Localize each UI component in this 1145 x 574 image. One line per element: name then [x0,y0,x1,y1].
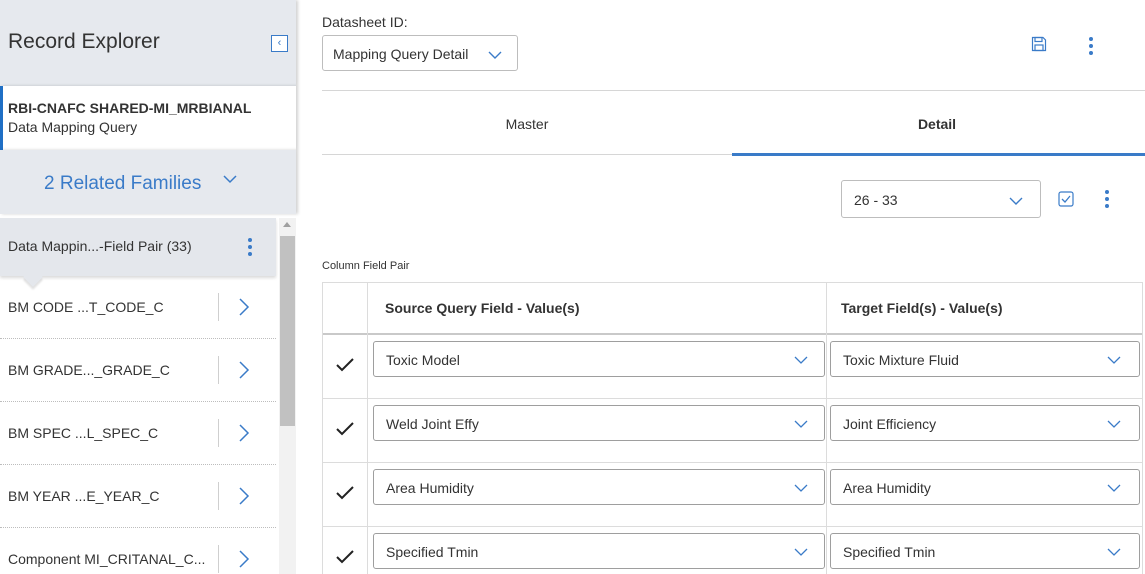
record-id: RBI-CNAFC SHARED-MI_MRBIANAL [8,100,252,116]
source-field-select[interactable]: Specified Tmin [373,533,825,569]
section-label: Column Field Pair [322,260,410,272]
datasheet-tabs: Master Detail [322,91,1145,156]
current-record-card[interactable]: RBI-CNAFC SHARED-MI_MRBIANAL Data Mappin… [0,86,296,150]
record-explorer-panel: Record Explorer ‹ RBI-CNAFC SHARED-MI_MR… [0,0,296,574]
source-field-select[interactable]: Weld Joint Effy [373,405,825,441]
chevron-right-icon[interactable] [238,486,250,506]
record-explorer-title: Record Explorer [8,30,160,53]
record-family-type: Data Mapping Query [8,119,138,135]
chevron-right-icon[interactable] [238,549,250,569]
family-item-label: Data Mappin...-Field Pair (33) [8,238,192,254]
target-field-value: Toxic Mixture Fluid [843,352,959,368]
chevron-down-icon [794,420,808,428]
datasheet-panel: Datasheet ID: Mapping Query Detail Maste… [296,0,1145,574]
chevron-down-icon [1107,484,1121,492]
field-pair-grid: Source Query Field - Value(s) Target Fie… [322,282,1143,574]
kebab-icon[interactable] [243,236,257,258]
checkmark-icon [336,422,354,436]
kebab-icon[interactable] [1102,189,1112,209]
source-field-value: Specified Tmin [386,544,479,560]
table-row: Weld Joint Effy Joint Efficiency [323,399,1142,463]
chevron-right-icon[interactable] [238,297,250,317]
checkmark-icon [336,358,354,372]
column-header-target: Target Field(s) - Value(s) [841,300,1003,316]
divider [218,293,219,321]
divider [218,482,219,510]
divider [218,545,219,573]
target-field-value: Joint Efficiency [843,416,937,432]
chevron-down-icon [1009,197,1023,205]
chevron-down-icon [794,484,808,492]
target-field-select[interactable]: Joint Efficiency [830,405,1140,441]
chevron-down-icon [1107,356,1121,364]
checkmark-icon [336,550,354,564]
family-item[interactable]: BM SPEC ...L_SPEC_C [0,403,276,465]
chevron-down-icon [1107,548,1121,556]
chevron-down-icon [794,356,808,364]
table-row: Area Humidity Area Humidity [323,463,1142,527]
source-field-value: Toxic Model [386,352,460,368]
tab-master[interactable]: Master [322,91,732,155]
family-item[interactable]: BM YEAR ...E_YEAR_C [0,466,276,528]
table-row: Specified Tmin Specified Tmin [323,527,1142,574]
scroll-up-arrow[interactable] [283,222,291,227]
source-field-select[interactable]: Area Humidity [373,469,825,505]
active-tab-indicator [732,153,1145,156]
chevron-down-icon [1107,420,1121,428]
target-field-value: Specified Tmin [843,544,936,560]
grid-header: Source Query Field - Value(s) Target Fie… [323,283,1142,335]
kebab-icon[interactable] [1086,36,1096,56]
datasheet-id-label: Datasheet ID: [322,14,408,30]
datasheet-id-value: Mapping Query Detail [333,46,469,62]
target-field-value: Area Humidity [843,480,931,496]
related-families-label: 2 Related Families [44,173,202,194]
record-explorer-header: Record Explorer ‹ [0,0,296,86]
family-item-data-mapping[interactable]: Data Mappin...-Field Pair (33) [0,218,276,287]
family-item-label: BM YEAR ...E_YEAR_C [8,488,160,504]
divider [218,419,219,447]
column-header-source: Source Query Field - Value(s) [385,300,580,316]
collapse-icon[interactable]: ‹ [271,35,288,52]
target-field-select[interactable]: Toxic Mixture Fluid [830,341,1140,377]
chevron-down-icon [223,175,237,184]
source-field-value: Area Humidity [386,480,474,496]
record-range-select[interactable]: 26 - 33 [841,180,1041,218]
family-list-scrollbar[interactable] [279,218,296,574]
chevron-down-icon [488,51,502,59]
checkmark-icon [336,486,354,500]
family-item-label: Component MI_CRITANAL_C... [8,551,206,567]
family-item-label: BM SPEC ...L_SPEC_C [8,425,159,441]
family-item[interactable]: BM GRADE..._GRADE_C [0,340,276,402]
table-row: Toxic Model Toxic Mixture Fluid [323,335,1142,399]
family-item-label: BM CODE ...T_CODE_C [8,299,164,315]
target-field-select[interactable]: Specified Tmin [830,533,1140,569]
source-field-select[interactable]: Toxic Model [373,341,825,377]
record-range-value: 26 - 33 [854,192,898,208]
chevron-right-icon[interactable] [238,423,250,443]
source-field-value: Weld Joint Effy [386,416,479,432]
tab-detail[interactable]: Detail [732,91,1142,155]
divider [218,356,219,384]
save-icon[interactable] [1031,36,1047,52]
family-item[interactable]: Component MI_CRITANAL_C... [0,529,276,574]
chevron-down-icon [794,548,808,556]
family-item[interactable]: BM CODE ...T_CODE_C [0,277,276,339]
datasheet-id-select[interactable]: Mapping Query Detail [322,35,518,71]
related-family-list: Data Mappin...-Field Pair (33) BM CODE .… [0,218,276,574]
family-item-label: BM GRADE..._GRADE_C [8,362,170,378]
checkbox-icon[interactable] [1058,191,1074,207]
related-families-toggle[interactable]: 2 Related Families [0,150,296,214]
scroll-thumb[interactable] [280,236,295,426]
chevron-right-icon[interactable] [238,360,250,380]
target-field-select[interactable]: Area Humidity [830,469,1140,505]
